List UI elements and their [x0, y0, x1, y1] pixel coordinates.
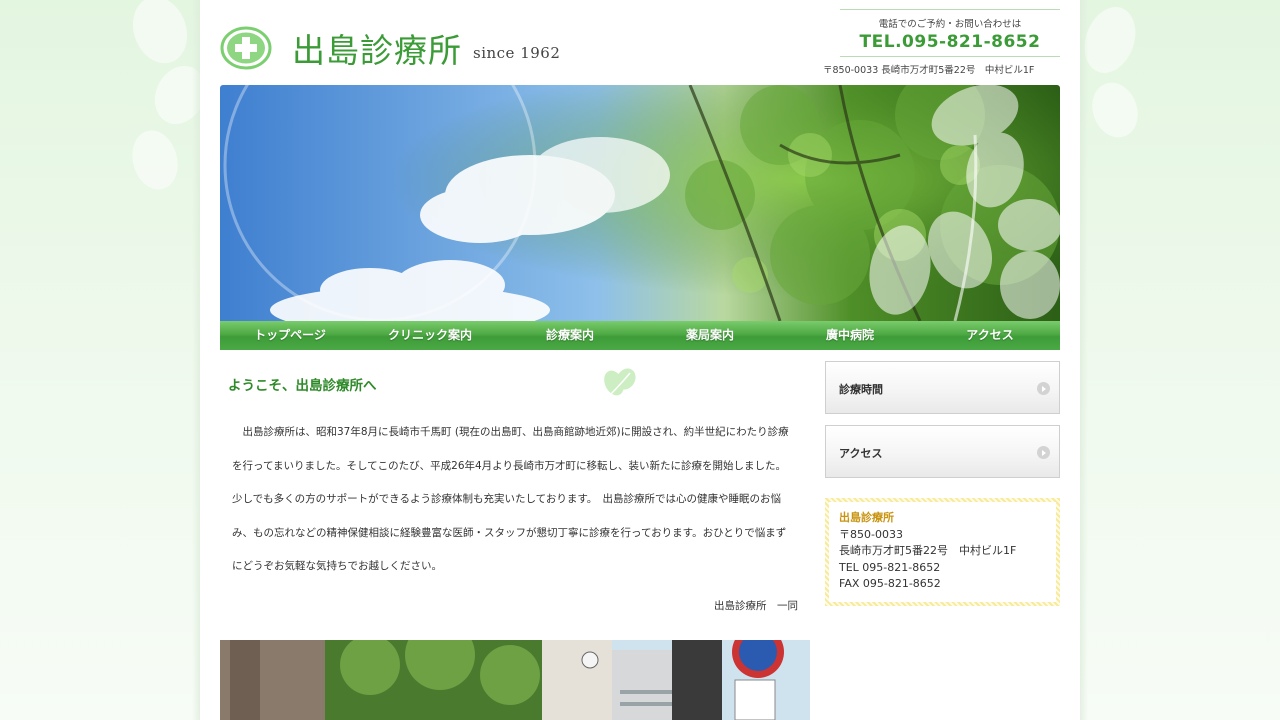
nav-item-access[interactable]: アクセス [920, 321, 1060, 350]
info-postal: 〒850-0033 [839, 527, 903, 541]
header-address: 〒850-0033 長崎市万才町5番22号 中村ビル1F [823, 65, 1035, 76]
contact-box: 電話でのご予約・お問い合わせは TEL.095-821-8652 [840, 9, 1060, 57]
nav-item-medical[interactable]: 診療案内 [500, 321, 640, 350]
arrow-right-circle-icon [1037, 446, 1050, 459]
sidebar-button-hours[interactable]: 診療時間 [825, 361, 1060, 414]
since-label: since 1962 [473, 44, 561, 62]
nav-item-clinic[interactable]: クリニック案内 [360, 321, 500, 350]
site-logo-text[interactable]: 出島診療所 [292, 24, 462, 72]
sidebar-button-label: アクセス [839, 447, 883, 460]
nav-item-top[interactable]: トップページ [220, 321, 360, 350]
info-tel: TEL 095-821-8652 [839, 560, 941, 574]
header-tel[interactable]: TEL.095-821-8652 [840, 32, 1060, 52]
sidebar: 診療時間 アクセス 出島診療所 〒850-0033 長崎市万才町5番22号 中村… [825, 361, 1060, 606]
welcome-title: ようこそ、出島診療所へ [228, 378, 377, 394]
main-nav: トップページ クリニック案内 診療案内 薬局案内 廣中病院 アクセス [220, 321, 1060, 350]
signature: 出島診療所 一同 [714, 600, 798, 612]
hero-image [220, 85, 1060, 321]
contact-note: 電話でのご予約・お問い合わせは [878, 19, 1022, 30]
clinic-photo [220, 640, 810, 720]
page-container: 出島診療所 since 1962 電話でのご予約・お問い合わせは TEL.095… [192, 0, 1088, 720]
nav-item-hospital[interactable]: 廣中病院 [780, 321, 920, 350]
leaf-icon [604, 368, 636, 398]
green-cross-icon[interactable] [220, 26, 272, 70]
nav-item-pharmacy[interactable]: 薬局案内 [640, 321, 780, 350]
sidebar-button-access[interactable]: アクセス [825, 425, 1060, 478]
intro-paragraph: 出島診療所は、昭和37年8月に長崎市千馬町 (現在の出島町、出島商館跡地近郊)に… [232, 426, 789, 572]
info-fax: FAX 095-821-8652 [839, 577, 941, 590]
arrow-right-circle-icon [1037, 382, 1050, 395]
clinic-info-box: 出島診療所 〒850-0033 長崎市万才町5番22号 中村ビル1F TEL 0… [825, 498, 1060, 606]
info-clinic-name: 出島診療所 [839, 511, 894, 524]
sidebar-button-label: 診療時間 [839, 383, 883, 396]
info-address: 長崎市万才町5番22号 中村ビル1F [839, 544, 1017, 557]
background-leaf-right-icon [1084, 7, 1138, 138]
